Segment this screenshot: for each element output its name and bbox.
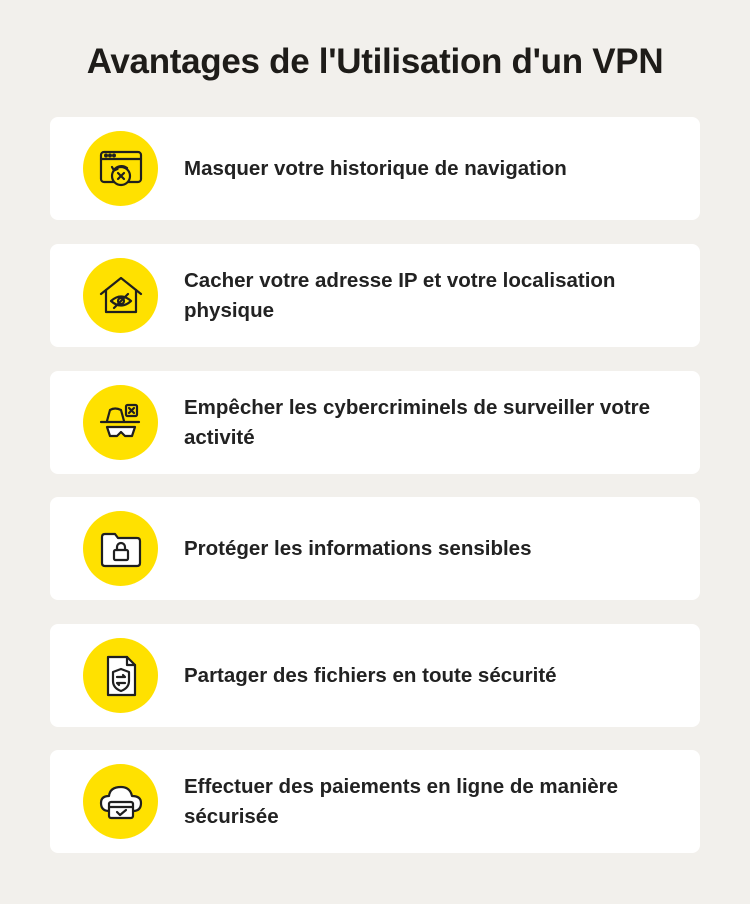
benefit-label: Cacher votre adresse IP et votre localis… xyxy=(184,268,616,322)
cloud-payment-card-icon xyxy=(83,764,158,839)
benefit-card: Cacher votre adresse IP et votre localis… xyxy=(50,244,700,347)
benefit-card: Empêcher les cybercriminels de surveille… xyxy=(50,371,700,474)
benefit-label: Empêcher les cybercriminels de surveille… xyxy=(184,395,651,449)
benefit-label: Protéger les informations sensibles xyxy=(184,536,532,560)
benefit-card: Effectuer des paiements en ligne de mani… xyxy=(50,750,700,853)
secure-file-transfer-icon xyxy=(83,638,158,713)
locked-folder-icon xyxy=(83,511,158,586)
benefit-card: Masquer votre historique de navigation xyxy=(50,117,700,220)
page-title: Avantages de l'Utilisation d'un VPN xyxy=(86,42,664,81)
house-hidden-eye-icon xyxy=(83,258,158,333)
spy-hacker-icon xyxy=(83,385,158,460)
benefit-card: Partager des fichiers en toute sécurité xyxy=(50,624,700,727)
benefit-card: Protéger les informations sensibles xyxy=(50,497,700,600)
benefit-label: Partager des fichiers en toute sécurité xyxy=(184,663,557,687)
benefit-label: Effectuer des paiements en ligne de mani… xyxy=(184,774,619,828)
browser-history-clear-icon xyxy=(83,131,158,206)
benefit-label: Masquer votre historique de navigation xyxy=(184,156,567,180)
